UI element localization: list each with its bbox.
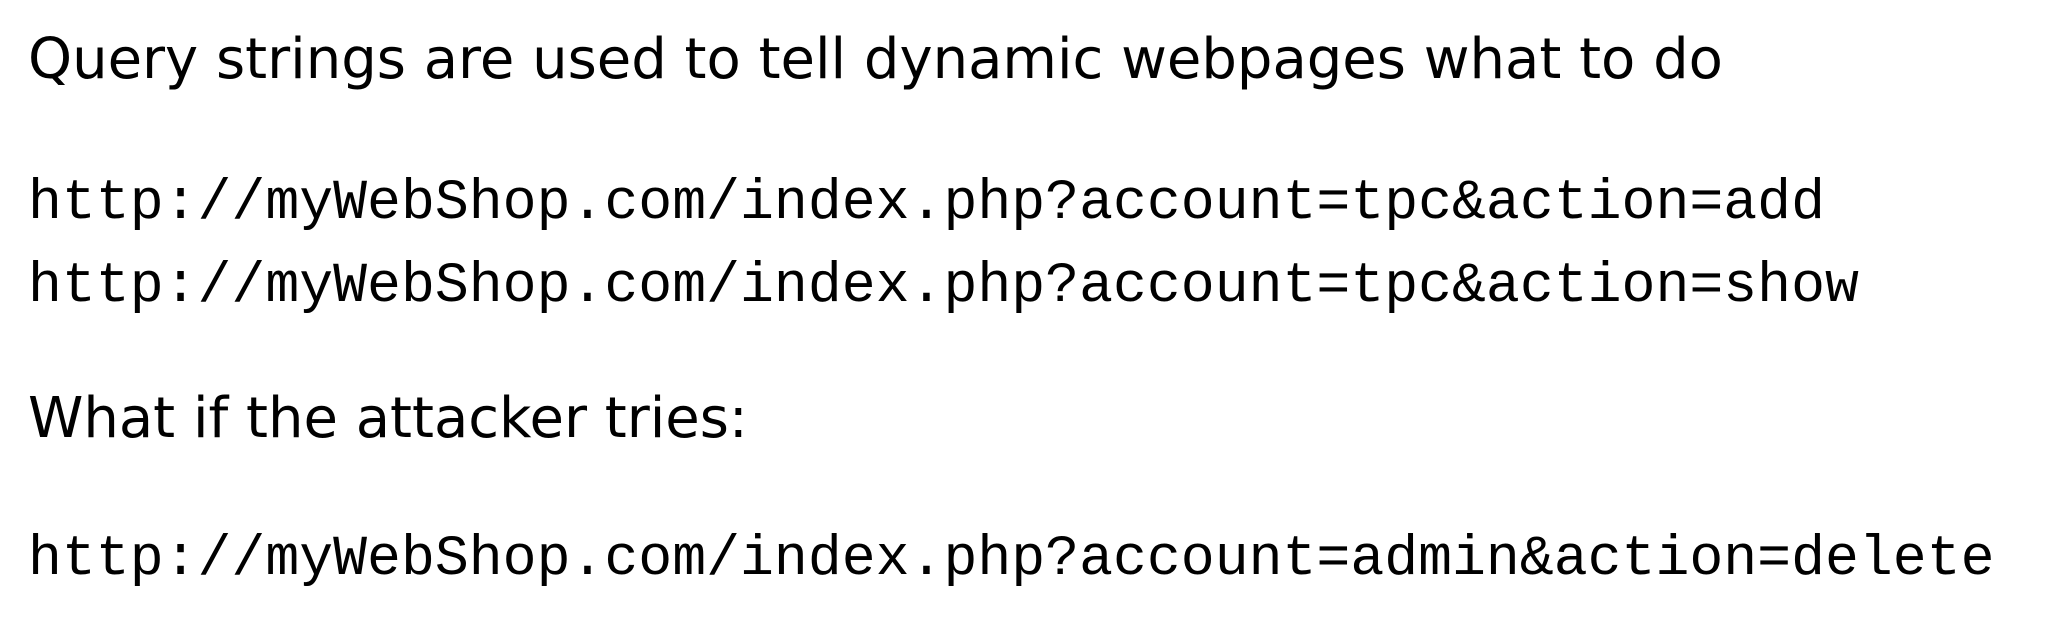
attacker-question: What if the attacker tries: [28, 386, 748, 451]
attack-url: http://myWebShop.com/index.php?account=a… [28, 527, 1995, 591]
example-url-add: http://myWebShop.com/index.php?account=t… [28, 171, 1825, 235]
intro-text: Query strings are used to tell dynamic w… [28, 27, 1723, 92]
example-url-show: http://myWebShop.com/index.php?account=t… [28, 254, 1859, 318]
